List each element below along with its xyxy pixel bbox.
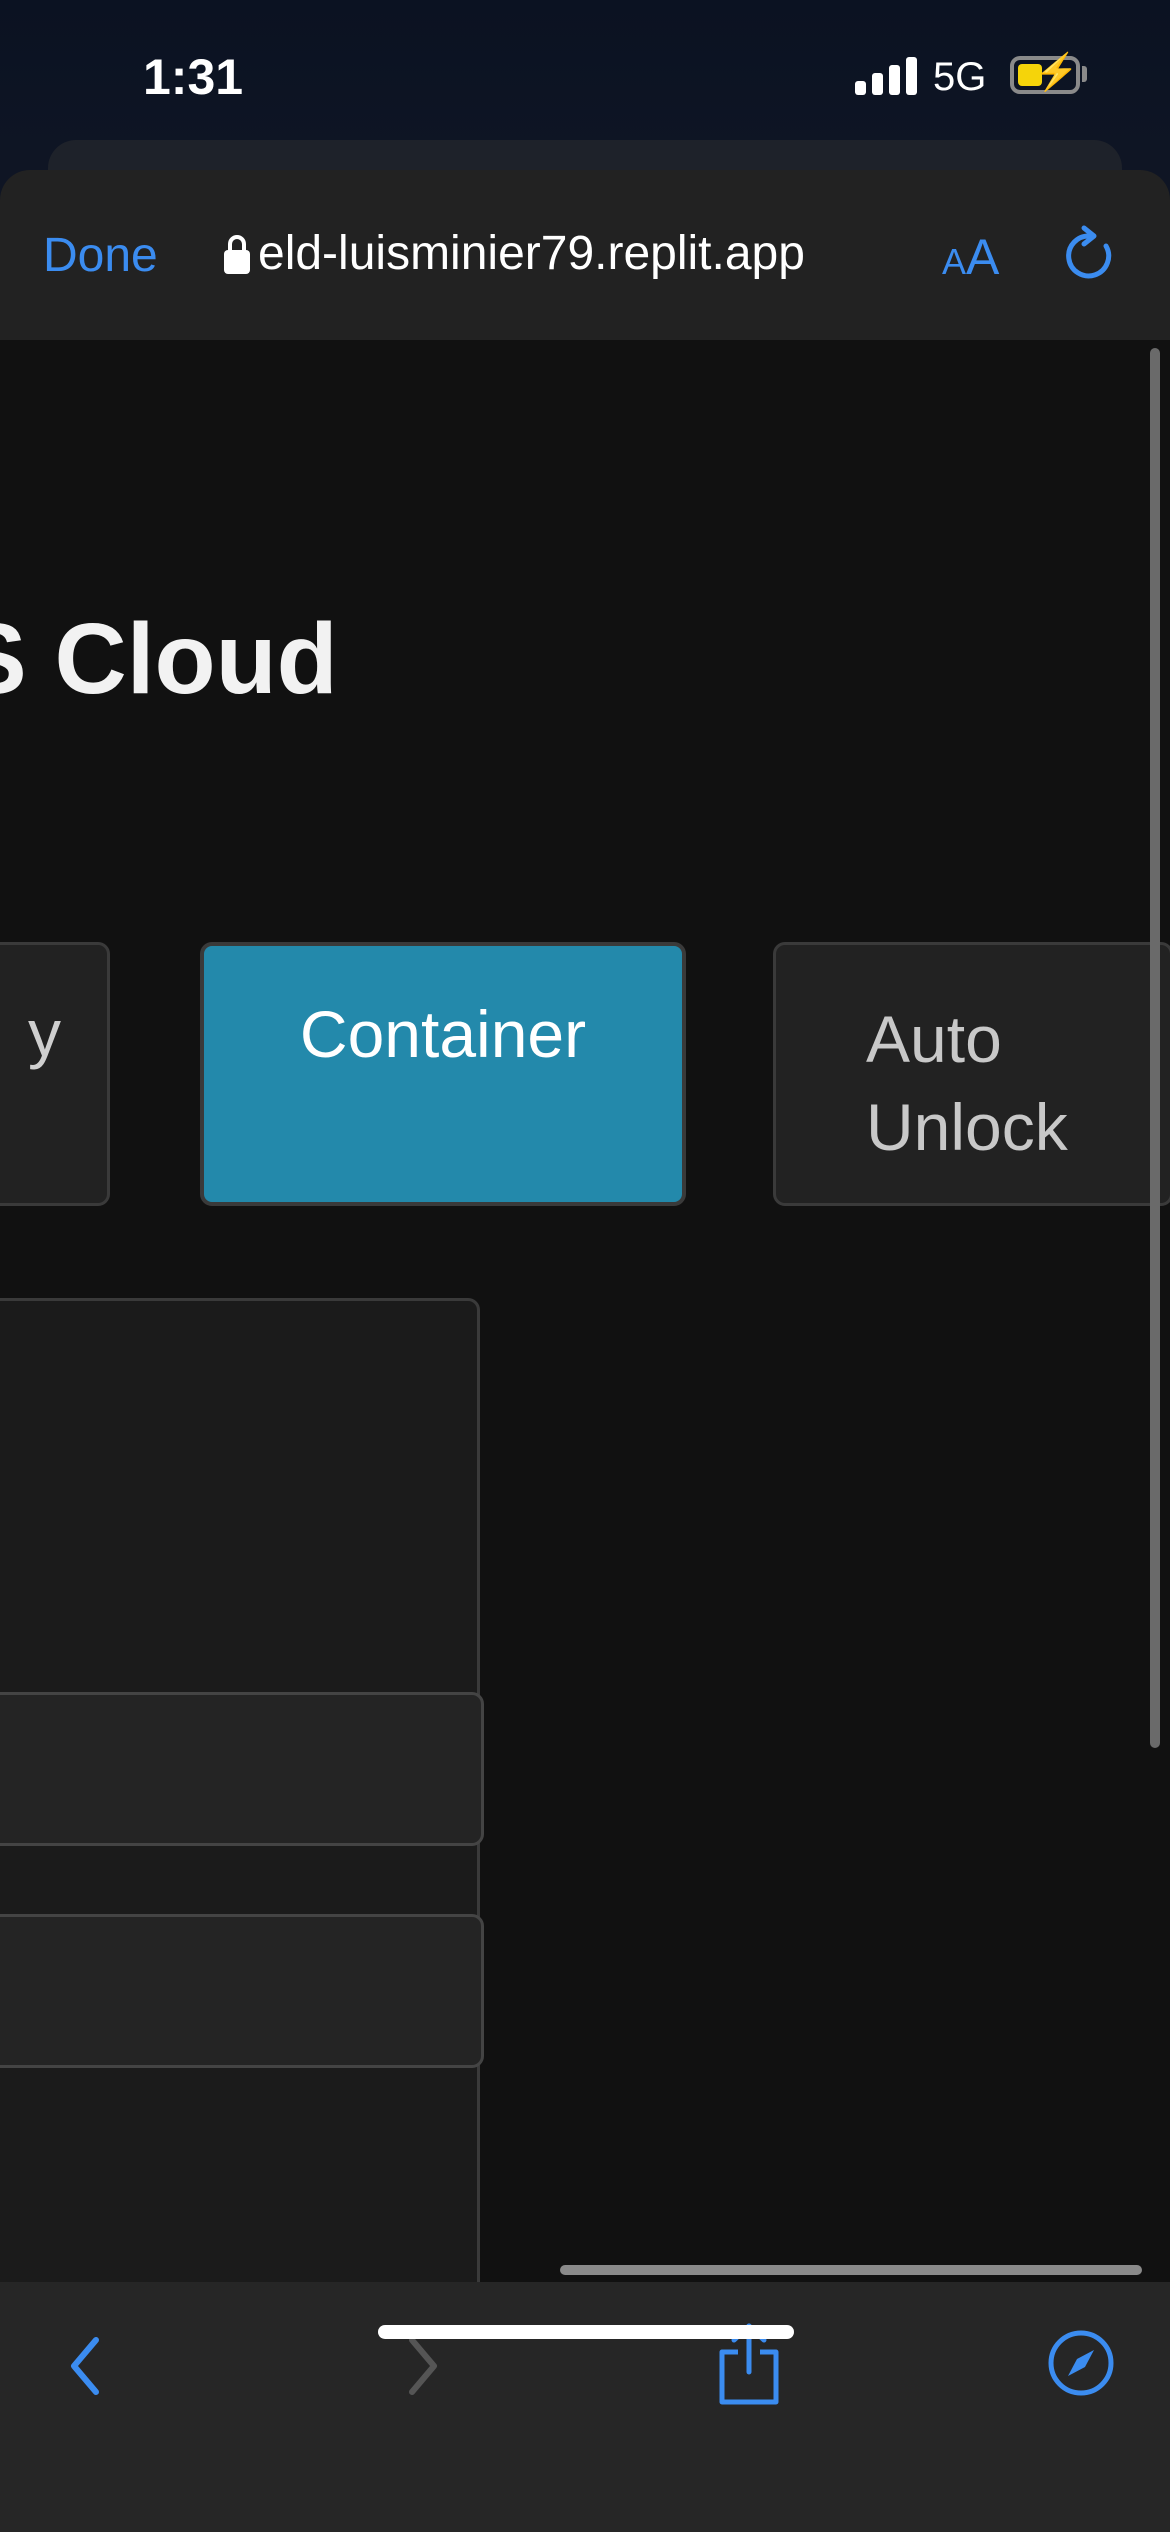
compass-icon[interactable] bbox=[1046, 2328, 1116, 2398]
address-bar[interactable]: eld-luisminier79.replit.app bbox=[222, 222, 902, 286]
tab-auto-unlock[interactable]: Auto Unlock bbox=[773, 942, 1170, 1206]
status-bar: 1:31 5G ⚡ bbox=[0, 0, 1170, 150]
tab-label: Auto Unlock bbox=[866, 1002, 1068, 1164]
url-text: eld-luisminier79.replit.app bbox=[258, 227, 805, 280]
tab-previous[interactable]: y bbox=[0, 942, 110, 1206]
web-content: S Cloud y Container Auto Unlock bbox=[0, 340, 1170, 2282]
signal-strength-icon bbox=[855, 57, 917, 95]
input-field[interactable] bbox=[0, 1914, 484, 2068]
vertical-scrollbar[interactable] bbox=[1150, 348, 1160, 1748]
charging-bolt-icon: ⚡ bbox=[1034, 51, 1079, 92]
bottom-toolbar bbox=[0, 2282, 1170, 2532]
tab-label: Container bbox=[299, 997, 587, 1071]
text-size-button[interactable]: AA bbox=[942, 228, 999, 286]
input-field[interactable] bbox=[0, 1692, 484, 1846]
status-time: 1:31 bbox=[143, 49, 244, 105]
battery-icon: ⚡ bbox=[1010, 51, 1080, 94]
page-title: S Cloud bbox=[0, 603, 338, 715]
browser-header: Done eld-luisminier79.replit.app AA bbox=[0, 170, 1170, 340]
tab-label: y bbox=[28, 996, 61, 1070]
screen: 1:31 5G ⚡ Done eld-luisminier79.replit.a… bbox=[0, 0, 1170, 2532]
battery-tip bbox=[1082, 66, 1087, 82]
reload-icon[interactable] bbox=[1060, 224, 1120, 286]
horizontal-scrollbar[interactable] bbox=[560, 2265, 1142, 2275]
chevron-left-icon[interactable] bbox=[60, 2326, 110, 2406]
lock-icon bbox=[224, 235, 250, 274]
text-size-small-glyph: A bbox=[942, 241, 967, 282]
tab-container[interactable]: Container bbox=[200, 942, 686, 1206]
text-size-big-glyph: A bbox=[966, 229, 1000, 285]
network-type: 5G bbox=[933, 55, 987, 99]
home-indicator[interactable] bbox=[378, 2325, 794, 2339]
done-button[interactable]: Done bbox=[43, 228, 158, 283]
